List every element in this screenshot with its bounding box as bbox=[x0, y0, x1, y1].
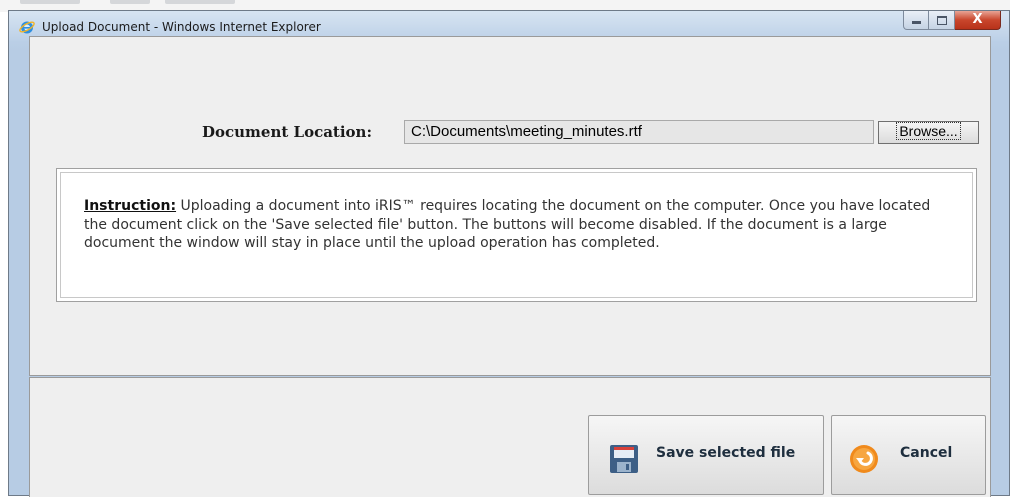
minimize-icon bbox=[912, 21, 921, 24]
close-button[interactable]: X bbox=[955, 11, 1001, 30]
caption-buttons: X bbox=[903, 11, 1001, 31]
browse-button[interactable]: Browse... bbox=[878, 121, 979, 144]
maximize-icon bbox=[937, 16, 947, 25]
internet-explorer-icon bbox=[19, 21, 35, 34]
instruction-body: Uploading a document into iRIS™ requires… bbox=[84, 198, 931, 251]
instruction-text: Instruction: Uploading a document into i… bbox=[60, 172, 973, 298]
document-location-label: Document Location: bbox=[202, 123, 373, 141]
window-title: Upload Document - Windows Internet Explo… bbox=[42, 20, 321, 34]
maximize-button[interactable] bbox=[929, 11, 955, 30]
instruction-heading: Instruction: bbox=[84, 198, 177, 214]
cancel-button-label: Cancel bbox=[900, 445, 953, 461]
save-button-label: Save selected file bbox=[656, 445, 796, 461]
floppy-disk-icon bbox=[610, 445, 638, 473]
minimize-button[interactable] bbox=[903, 11, 929, 30]
document-location-input[interactable]: C:\Documents\meeting_minutes.rtf bbox=[404, 120, 874, 144]
cancel-button[interactable]: Cancel bbox=[831, 415, 986, 495]
close-icon: X bbox=[972, 12, 983, 27]
instruction-box: Instruction: Uploading a document into i… bbox=[56, 168, 977, 302]
browse-button-label: Browse... bbox=[896, 122, 961, 140]
save-selected-file-button[interactable]: Save selected file bbox=[588, 415, 824, 495]
undo-arrow-icon bbox=[850, 445, 878, 473]
